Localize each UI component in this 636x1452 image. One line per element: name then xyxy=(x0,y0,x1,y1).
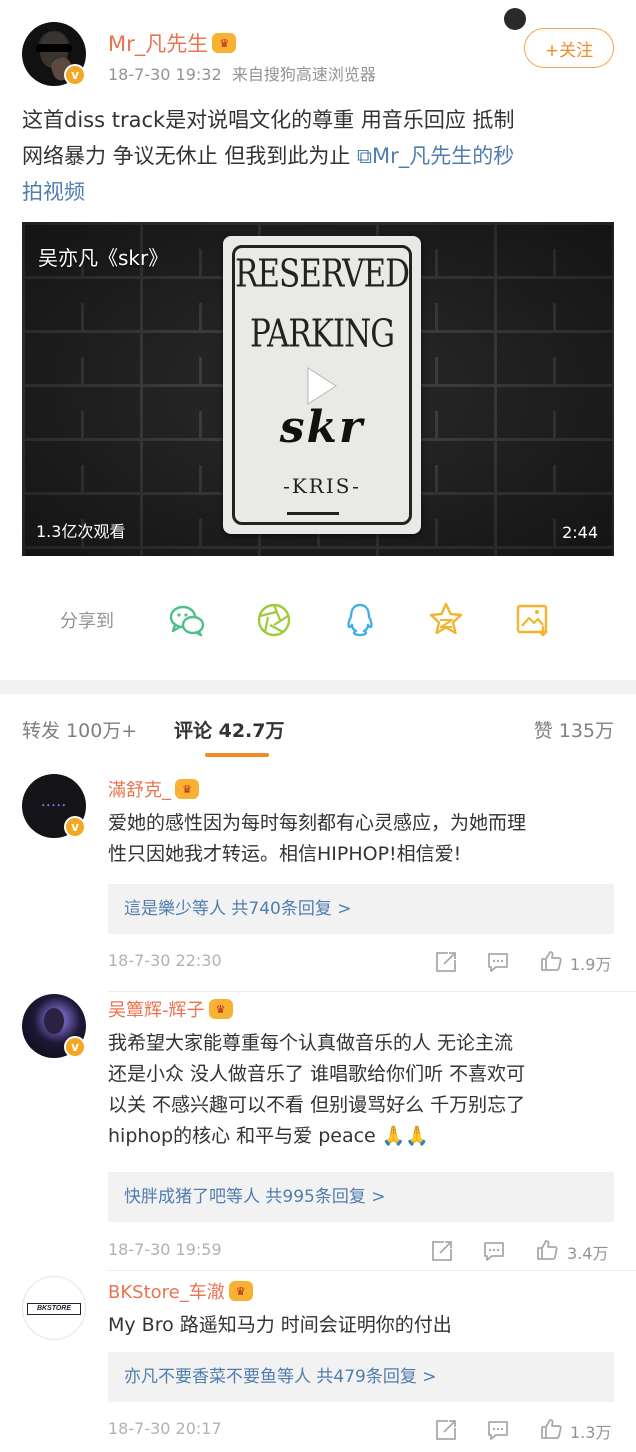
repost-icon[interactable] xyxy=(434,950,458,974)
replies-summary[interactable]: 亦凡不要香菜不要鱼等人 共479条回复 > xyxy=(108,1352,614,1402)
comment-username[interactable]: BKStore_车澈 ♛ xyxy=(108,1278,253,1304)
play-icon[interactable] xyxy=(298,364,342,408)
comment-avatar[interactable]: BKSTORE xyxy=(22,1276,86,1340)
qzone-icon[interactable] xyxy=(426,600,466,640)
post-time: 18-7-30 19:32 xyxy=(108,65,222,84)
video-duration: 2:44 xyxy=(562,523,598,542)
post-text-segment: 网络暴力 争议无休止 但我到此为止 xyxy=(22,144,358,168)
reply-icon[interactable] xyxy=(482,1239,506,1263)
author-name[interactable]: Mr_凡先生 ♛ xyxy=(108,28,237,58)
comment-text-line: 以关 不感兴趣可以不看 但别谩骂好么 千万别忘了 xyxy=(108,1094,526,1116)
author-name-text[interactable]: Mr_凡先生 xyxy=(108,32,208,56)
qq-icon[interactable] xyxy=(340,600,380,640)
comment-text-line: 爱她的感性因为每时每刻都有心灵感应，为她而理 xyxy=(108,812,527,834)
comment-time: 18-7-30 20:17 xyxy=(108,1419,222,1438)
comment-item: BKSTORE BKStore_车澈 ♛ My Bro 路遥知马力 时间会证明你的… xyxy=(0,1272,636,1452)
repost-icon[interactable] xyxy=(430,1239,454,1263)
sign-underline xyxy=(287,512,339,515)
moments-icon[interactable] xyxy=(254,600,294,640)
tab-comments[interactable]: 评论 42.7万 xyxy=(174,716,285,743)
video-title: 吴亦凡《skr》 xyxy=(38,246,169,270)
verified-badge-icon: v xyxy=(64,64,86,86)
comment-separator xyxy=(108,1270,636,1271)
verified-badge-icon: v xyxy=(64,1036,86,1058)
like-icon[interactable] xyxy=(539,949,563,973)
comment-username[interactable]: 吴簟辉-辉子 ♛ xyxy=(108,996,233,1022)
replies-summary[interactable]: 快胖成猪了吧等人 共995条回复 > xyxy=(108,1172,614,1222)
vip-crown-icon: ♛ xyxy=(208,999,233,1019)
vip-crown-icon: ♛ xyxy=(212,33,237,53)
video-view-count: 1.3亿次观看 xyxy=(36,522,126,541)
brand-mascot-icon xyxy=(504,8,526,30)
comment-text-line: 我希望大家能尊重每个认真做音乐的人 无论主流 xyxy=(108,1032,514,1054)
comment-time: 18-7-30 19:59 xyxy=(108,1240,222,1259)
comment-text-line: My Bro 路遥知马力 时间会证明你的付出 xyxy=(108,1314,452,1336)
sign-artist: -KRIS- xyxy=(283,474,361,498)
sign-line-2: PARKING xyxy=(249,311,395,357)
sign-main-text: skr xyxy=(279,402,365,453)
active-tab-indicator xyxy=(205,753,269,757)
comment-item: ✦✦✦✦✦ v 滿舒克_ ♛ 爱她的感性因为每时每刻都有心灵感应，为她而理 性只因… xyxy=(0,762,636,992)
video-link[interactable]: Mr_凡先生的秒 xyxy=(372,144,514,168)
like-icon[interactable] xyxy=(535,1238,559,1262)
follow-button[interactable]: +关注 xyxy=(524,28,614,68)
share-label: 分享到 xyxy=(60,611,114,632)
verified-badge-icon: v xyxy=(64,816,86,838)
replies-summary[interactable]: 這是樂少等人 共740条回复 > xyxy=(108,884,614,934)
comment-item: v 吴簟辉-辉子 ♛ 我希望大家能尊重每个认真做音乐的人 无论主流 还是小众 没人… xyxy=(0,992,636,1277)
comment-text-line: 性只因她我才转运。相信HIPHOP!相信爱! xyxy=(108,843,462,865)
reply-icon[interactable] xyxy=(486,1418,510,1442)
avatar-glasses xyxy=(36,44,72,52)
video-player[interactable]: RESERVED PARKING skr -KRIS- 吴亦凡《skr》 1.3… xyxy=(22,222,614,556)
section-divider xyxy=(0,680,636,694)
like-icon[interactable] xyxy=(539,1417,563,1441)
post-text-line: 网络暴力 争议无休止 但我到此为止 ⧉Mr_凡先生的秒 xyxy=(22,138,622,174)
interaction-tabs: 转发 100万+ 评论 42.7万 赞 135万 xyxy=(0,694,636,762)
post-text-line: 这首diss track是对说唱文化的尊重 用音乐回应 抵制 xyxy=(22,108,515,132)
tab-repost[interactable]: 转发 100万+ xyxy=(22,716,137,743)
save-image-icon[interactable] xyxy=(513,600,553,640)
reply-icon[interactable] xyxy=(486,950,510,974)
weibo-post: v Mr_凡先生 ♛ 18-7-30 19:32 来自搜狗高速浏览器 +关注 这首… xyxy=(0,0,636,680)
comment-username-text[interactable]: 滿舒克_ xyxy=(108,780,171,801)
avatar-figure xyxy=(44,1008,64,1034)
comment-text: 我希望大家能尊重每个认真做音乐的人 无论主流 还是小众 没人做音乐了 谁唱歌给你… xyxy=(108,1028,614,1152)
post-source: 来自搜狗高速浏览器 xyxy=(231,65,376,84)
video-link-icon: ⧉ xyxy=(357,144,373,168)
wechat-icon[interactable] xyxy=(167,600,207,640)
vip-crown-icon: ♛ xyxy=(175,779,199,799)
post-meta: 18-7-30 19:32 来自搜狗高速浏览器 xyxy=(108,61,376,85)
comment-username[interactable]: 滿舒克_ ♛ xyxy=(108,776,199,802)
comment-text-line: 还是小众 没人做音乐了 谁唱歌给你们听 不喜欢可 xyxy=(108,1063,526,1085)
avatar-graphic: ✦✦✦✦✦ xyxy=(40,801,68,809)
like-count: 3.4万 xyxy=(567,1244,609,1263)
comment-username-text[interactable]: BKStore_车澈 xyxy=(108,1282,225,1303)
vip-crown-icon: ♛ xyxy=(228,1281,253,1301)
post-text: 这首diss track是对说唱文化的尊重 用音乐回应 抵制 网络暴力 争议无休… xyxy=(22,102,622,210)
avatar-logo-text: BKSTORE xyxy=(27,1303,81,1315)
like-count: 1.3万 xyxy=(570,1423,612,1442)
repost-icon[interactable] xyxy=(434,1418,458,1442)
like-count: 1.9万 xyxy=(570,955,612,974)
comment-username-text[interactable]: 吴簟辉-辉子 xyxy=(108,1000,205,1021)
comment-text-line: hiphop的核心 和平与爱 peace 🙏🙏 xyxy=(108,1125,430,1147)
comment-text: My Bro 路遥知马力 时间会证明你的付出 xyxy=(108,1310,614,1341)
comment-text: 爱她的感性因为每时每刻都有心灵感应，为她而理 性只因她我才转运。相信HIPHOP… xyxy=(108,808,614,870)
video-link-continued[interactable]: 拍视频 xyxy=(22,174,622,210)
comment-time: 18-7-30 22:30 xyxy=(108,951,222,970)
sign-line-1: RESERVED xyxy=(235,251,410,297)
tab-likes[interactable]: 赞 135万 xyxy=(534,716,614,743)
